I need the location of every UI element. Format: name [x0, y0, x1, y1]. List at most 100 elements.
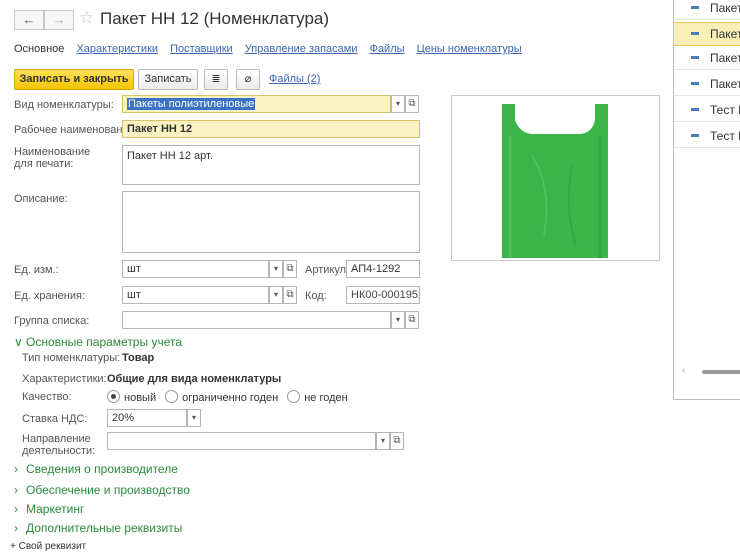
- work-name-label: Рабочее наименование:: [14, 124, 138, 136]
- list-icon: ≣: [211, 73, 221, 85]
- save-button[interactable]: Записать: [138, 69, 198, 90]
- group-dropdown-button[interactable]: ▾: [391, 311, 405, 329]
- open-icon: ⧉: [393, 435, 401, 446]
- storage-unit-open-button[interactable]: ⧉: [283, 286, 297, 304]
- chevron-down-icon: ∨: [14, 335, 23, 349]
- unit-field[interactable]: шт: [122, 260, 269, 278]
- back-button[interactable]: ←: [14, 10, 44, 30]
- attach-button[interactable]: ⌀: [236, 69, 260, 90]
- list-item-selected[interactable]: Пакет: [674, 22, 740, 46]
- unit-label: Ед. изм.:: [14, 264, 59, 276]
- vat-field[interactable]: 20%: [107, 409, 187, 427]
- item-icon: [691, 108, 699, 111]
- direction-open-button[interactable]: ⧉: [390, 432, 404, 450]
- type-label: Тип номенклатуры:: [22, 352, 121, 364]
- item-icon: [691, 32, 699, 35]
- article-field[interactable]: АП4-1292: [346, 260, 420, 278]
- item-icon: [691, 56, 699, 59]
- scroll-left-icon[interactable]: ‹: [682, 365, 685, 376]
- list-item[interactable]: Пакет: [674, 0, 740, 20]
- section-additional-requisites[interactable]: › Дополнительные реквизиты: [14, 521, 182, 535]
- vat-label: Ставка НДС:: [22, 413, 88, 425]
- chevron-down-icon: ▾: [395, 99, 400, 108]
- vid-open-button[interactable]: ⧉: [405, 95, 419, 113]
- characteristics-label: Характеристики:: [22, 373, 107, 385]
- open-icon: ⧉: [408, 314, 416, 325]
- tab-bar: Основное Характеристики Поставщики Управ…: [14, 43, 531, 55]
- direction-label-2: деятельности:: [22, 445, 96, 457]
- code-field[interactable]: НК00-0001952: [346, 286, 420, 304]
- paperclip-icon: ⌀: [244, 73, 252, 85]
- unit-open-button[interactable]: ⧉: [283, 260, 297, 278]
- vat-dropdown-button[interactable]: ▾: [187, 409, 201, 427]
- open-icon: ⧉: [408, 98, 416, 109]
- open-icon: ⧉: [286, 263, 294, 274]
- direction-label-1: Направление: [22, 433, 91, 445]
- report-button[interactable]: ≣: [204, 69, 228, 90]
- chevron-down-icon: ▾: [191, 413, 196, 422]
- chevron-right-icon: ›: [14, 521, 18, 535]
- vid-field[interactable]: Пакеты полиэтиленовые: [122, 95, 391, 113]
- item-icon: [691, 82, 699, 85]
- group-field[interactable]: [122, 311, 391, 329]
- radio-checked-icon: [107, 390, 120, 403]
- list-item[interactable]: Тест М: [674, 125, 740, 148]
- characteristics-value: Общие для вида номенклатуры: [107, 373, 282, 385]
- add-own-requisite-link[interactable]: + Свой реквизит: [10, 541, 86, 552]
- background-list-window: Пакет Пакет Пакет Пакет Тест М Тест М ‹: [673, 0, 740, 400]
- quality-option-limited[interactable]: ограниченно годен: [165, 390, 278, 404]
- group-open-button[interactable]: ⧉: [405, 311, 419, 329]
- chevron-down-icon: ▾: [273, 290, 278, 299]
- quality-label: Качество:: [22, 391, 72, 403]
- section-manufacturer[interactable]: › Сведения о производителе: [14, 462, 178, 476]
- group-label: Группа списка:: [14, 315, 90, 327]
- arrow-left-icon: ←: [22, 12, 36, 27]
- article-label: Артикул:: [305, 264, 350, 276]
- tab-stock-management[interactable]: Управление запасами: [245, 43, 358, 55]
- tab-suppliers[interactable]: Поставщики: [170, 43, 233, 55]
- code-label: Код:: [305, 290, 327, 302]
- quality-option-unfit[interactable]: не годен: [287, 390, 348, 404]
- vid-label: Вид номенклатуры:: [14, 99, 114, 111]
- save-and-close-button[interactable]: Записать и закрыть: [14, 69, 134, 90]
- direction-field[interactable]: [107, 432, 376, 450]
- unit-dropdown-button[interactable]: ▾: [269, 260, 283, 278]
- star-icon[interactable]: ☆: [79, 8, 94, 28]
- storage-unit-dropdown-button[interactable]: ▾: [269, 286, 283, 304]
- list-item[interactable]: Пакет: [674, 47, 740, 70]
- chevron-down-icon: ▾: [380, 436, 385, 445]
- tab-files[interactable]: Файлы: [370, 43, 405, 55]
- list-item[interactable]: Тест М: [674, 99, 740, 122]
- forward-button[interactable]: →: [44, 10, 74, 30]
- print-name-label-1: Наименование: [14, 146, 91, 158]
- storage-unit-field[interactable]: шт: [122, 286, 269, 304]
- work-name-field[interactable]: Пакет НН 12: [122, 120, 420, 138]
- chevron-right-icon: ›: [14, 462, 18, 476]
- print-name-field[interactable]: Пакет НН 12 арт.: [122, 145, 420, 185]
- tab-characteristics[interactable]: Характеристики: [76, 43, 158, 55]
- chevron-right-icon: ›: [14, 483, 18, 497]
- main-params-section-header[interactable]: ∨ Основные параметры учета: [14, 335, 182, 349]
- radio-icon: [165, 390, 179, 403]
- section-marketing[interactable]: › Маркетинг: [14, 502, 84, 516]
- open-icon: ⧉: [286, 289, 294, 300]
- files-link[interactable]: Файлы (2): [269, 73, 320, 85]
- quality-radio-group: новый ограниченно годен не годен: [107, 390, 348, 404]
- print-name-label-2: для печати:: [14, 158, 74, 170]
- chevron-right-icon: ›: [14, 502, 18, 516]
- plastic-bag-image: [502, 104, 608, 258]
- list-item[interactable]: Пакет: [674, 73, 740, 96]
- description-field[interactable]: [122, 191, 420, 253]
- tab-prices[interactable]: Цены номенклатуры: [417, 43, 522, 55]
- arrow-right-icon: →: [52, 12, 66, 27]
- tab-main[interactable]: Основное: [14, 43, 64, 55]
- item-icon: [691, 134, 699, 137]
- type-value: Товар: [122, 352, 155, 364]
- section-supply-production[interactable]: › Обеспечение и производство: [14, 483, 190, 497]
- chevron-down-icon: ▾: [273, 264, 278, 273]
- quality-option-new[interactable]: новый: [107, 390, 156, 404]
- radio-icon: [287, 390, 301, 403]
- horizontal-scrollbar[interactable]: [702, 370, 740, 374]
- vid-dropdown-button[interactable]: ▾: [391, 95, 405, 113]
- direction-dropdown-button[interactable]: ▾: [376, 432, 390, 450]
